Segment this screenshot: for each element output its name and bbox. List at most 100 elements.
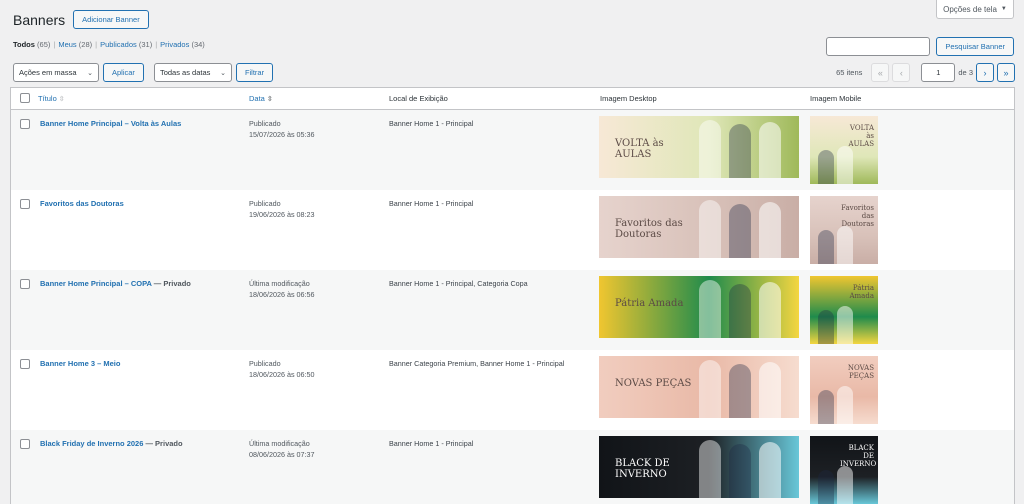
date-cell: Publicado 19/06/2026 às 08:23 (249, 198, 315, 220)
banner-image-text: Favoritos das Doutoras (841, 204, 874, 228)
filter-button[interactable]: Filtrar (235, 63, 274, 82)
sort-desc-icon: ⇳ (266, 95, 273, 103)
banner-image-text: BLACK DE INVERNO (615, 458, 670, 480)
prev-page-button: ‹ (892, 63, 911, 82)
figure-silhouette (699, 200, 721, 258)
date-cell: Publicado 18/06/2026 às 06:50 (249, 358, 315, 380)
banner-title-link[interactable]: Black Friday de Inverno 2026 — Privado (40, 439, 183, 448)
display-location: Banner Home 1 - Principal (389, 199, 474, 208)
date-text: 18/06/2026 às 06:50 (249, 370, 315, 379)
next-page-button[interactable]: › (976, 63, 994, 82)
row-checkbox[interactable] (20, 279, 30, 289)
desktop-image[interactable]: Favoritos das Doutoras (599, 196, 799, 258)
figure-silhouette (729, 204, 751, 258)
figure-silhouette (759, 122, 781, 178)
figure-silhouette (818, 390, 834, 424)
first-page-button: « (871, 63, 890, 82)
table-row: Banner Home 3 – Meio Publicado 18/06/202… (11, 350, 1014, 430)
page-title: Banners (13, 11, 66, 28)
banner-image-text: NOVAS PEÇAS (615, 378, 692, 389)
search-button[interactable]: Pesquisar Banner (936, 37, 1014, 56)
figure-silhouette (818, 230, 834, 264)
display-location: Banner Home 1 - Principal (389, 119, 474, 128)
date-cell: Publicado 15/07/2026 às 05:36 (249, 118, 315, 140)
table-row: Black Friday de Inverno 2026 — Privado Ú… (11, 430, 1014, 504)
screen-options-label: Opções de tela (943, 4, 997, 14)
banner-title-link[interactable]: Banner Home 3 – Meio (40, 359, 120, 368)
row-checkbox[interactable] (20, 119, 30, 129)
table-header: Título ⇳ Data ⇳ Local de Exibição Imagem D… (11, 88, 1014, 110)
banner-image-text: VOLTA às AULAS (848, 124, 874, 148)
column-desktop-image: Imagem Desktop (600, 94, 657, 103)
sort-icon: ⇳ (58, 95, 65, 103)
desktop-image[interactable]: Pátria Amada (599, 276, 799, 338)
select-all-checkbox[interactable] (20, 93, 30, 103)
row-checkbox[interactable] (20, 359, 30, 369)
bulk-actions-select[interactable]: Ações em massa ⌄ (13, 63, 99, 82)
apply-button[interactable]: Aplicar (103, 63, 144, 82)
status-text: Publicado (249, 119, 281, 128)
row-checkbox[interactable] (20, 199, 30, 209)
figure-silhouette (837, 386, 853, 424)
figure-silhouette (759, 202, 781, 258)
figure-silhouette (837, 146, 853, 184)
mobile-image[interactable]: Favoritos das Doutoras (810, 196, 878, 264)
chevron-down-icon: ⌄ (220, 69, 226, 77)
total-pages: de 3 (958, 68, 973, 77)
pagination: 65 itens « ‹ 1 de 3 › » (836, 63, 1015, 82)
figure-silhouette (759, 362, 781, 418)
display-location: Banner Home 1 - Principal, Categoria Cop… (389, 279, 528, 288)
date-text: 19/06/2026 às 08:23 (249, 210, 315, 219)
search-input[interactable] (826, 37, 931, 56)
date-text: 18/06/2026 às 06:56 (249, 290, 315, 299)
banner-title-link[interactable]: Banner Home Principal – Volta às Aulas (40, 119, 181, 128)
status-filter-links: Todos (65) | Meus (28) | Publicados (31)… (13, 40, 205, 49)
page-header: Banners Adicionar Banner (13, 10, 149, 29)
figure-silhouette (699, 360, 721, 418)
figure-silhouette (729, 364, 751, 418)
banner-title-link[interactable]: Banner Home Principal – COPA — Privado (40, 279, 191, 288)
column-title[interactable]: Título ⇳ (38, 94, 65, 103)
row-checkbox[interactable] (20, 439, 30, 449)
last-page-button[interactable]: » (997, 63, 1015, 82)
figure-silhouette (699, 440, 721, 498)
desktop-image[interactable]: VOLTA às AULAS (599, 116, 799, 178)
date-cell: Última modificação 08/06/2026 às 07:37 (249, 438, 315, 460)
banner-title-link[interactable]: Favoritos das Doutoras (40, 199, 124, 208)
banner-image-text: Pátria Amada (849, 284, 874, 300)
display-location: Banner Categoria Premium, Banner Home 1 … (389, 359, 565, 368)
column-local: Local de Exibição (389, 94, 448, 103)
date-filter-select[interactable]: Todas as datas ⌄ (153, 63, 232, 82)
figure-silhouette (837, 226, 853, 264)
figure-silhouette (818, 470, 834, 504)
date-text: 15/07/2026 às 05:36 (249, 130, 315, 139)
view-published[interactable]: Publicados (31) (100, 40, 152, 49)
figure-silhouette (818, 150, 834, 184)
banner-image-text: BLACK DE INVERNO (840, 444, 877, 468)
figure-silhouette (729, 444, 751, 498)
table-row: Favoritos das Doutoras Publicado 19/06/2… (11, 190, 1014, 270)
chevron-down-icon: ▼ (1000, 6, 1007, 12)
figure-silhouette (729, 124, 751, 178)
items-count: 65 itens (836, 68, 863, 77)
table-row: Banner Home Principal – Volta às Aulas P… (11, 110, 1014, 190)
desktop-image[interactable]: NOVAS PEÇAS (599, 356, 799, 418)
figure-silhouette (759, 442, 781, 498)
mobile-image[interactable]: VOLTA às AULAS (810, 116, 878, 184)
current-page-input[interactable]: 1 (921, 63, 956, 82)
view-mine[interactable]: Meus (28) (58, 40, 92, 49)
view-all[interactable]: Todos (65) (13, 40, 50, 49)
mobile-image[interactable]: NOVAS PEÇAS (810, 356, 878, 424)
mobile-image[interactable]: BLACK DE INVERNO (810, 436, 878, 504)
mobile-image[interactable]: Pátria Amada (810, 276, 878, 344)
banners-table: Título ⇳ Data ⇳ Local de Exibição Imagem D… (10, 87, 1015, 504)
desktop-image[interactable]: BLACK DE INVERNO (599, 436, 799, 498)
figure-silhouette (759, 282, 781, 338)
add-banner-button[interactable]: Adicionar Banner (73, 10, 149, 29)
date-text: 08/06/2026 às 07:37 (249, 450, 315, 459)
tablenav-top: Ações em massa ⌄ Aplicar Todas as datas ⌄ … (13, 63, 274, 82)
view-private[interactable]: Privados (34) (160, 40, 205, 49)
column-date[interactable]: Data ⇳ (249, 94, 273, 103)
chevron-down-icon: ⌄ (87, 69, 93, 77)
screen-options-button[interactable]: Opções de tela ▼ (936, 0, 1014, 19)
